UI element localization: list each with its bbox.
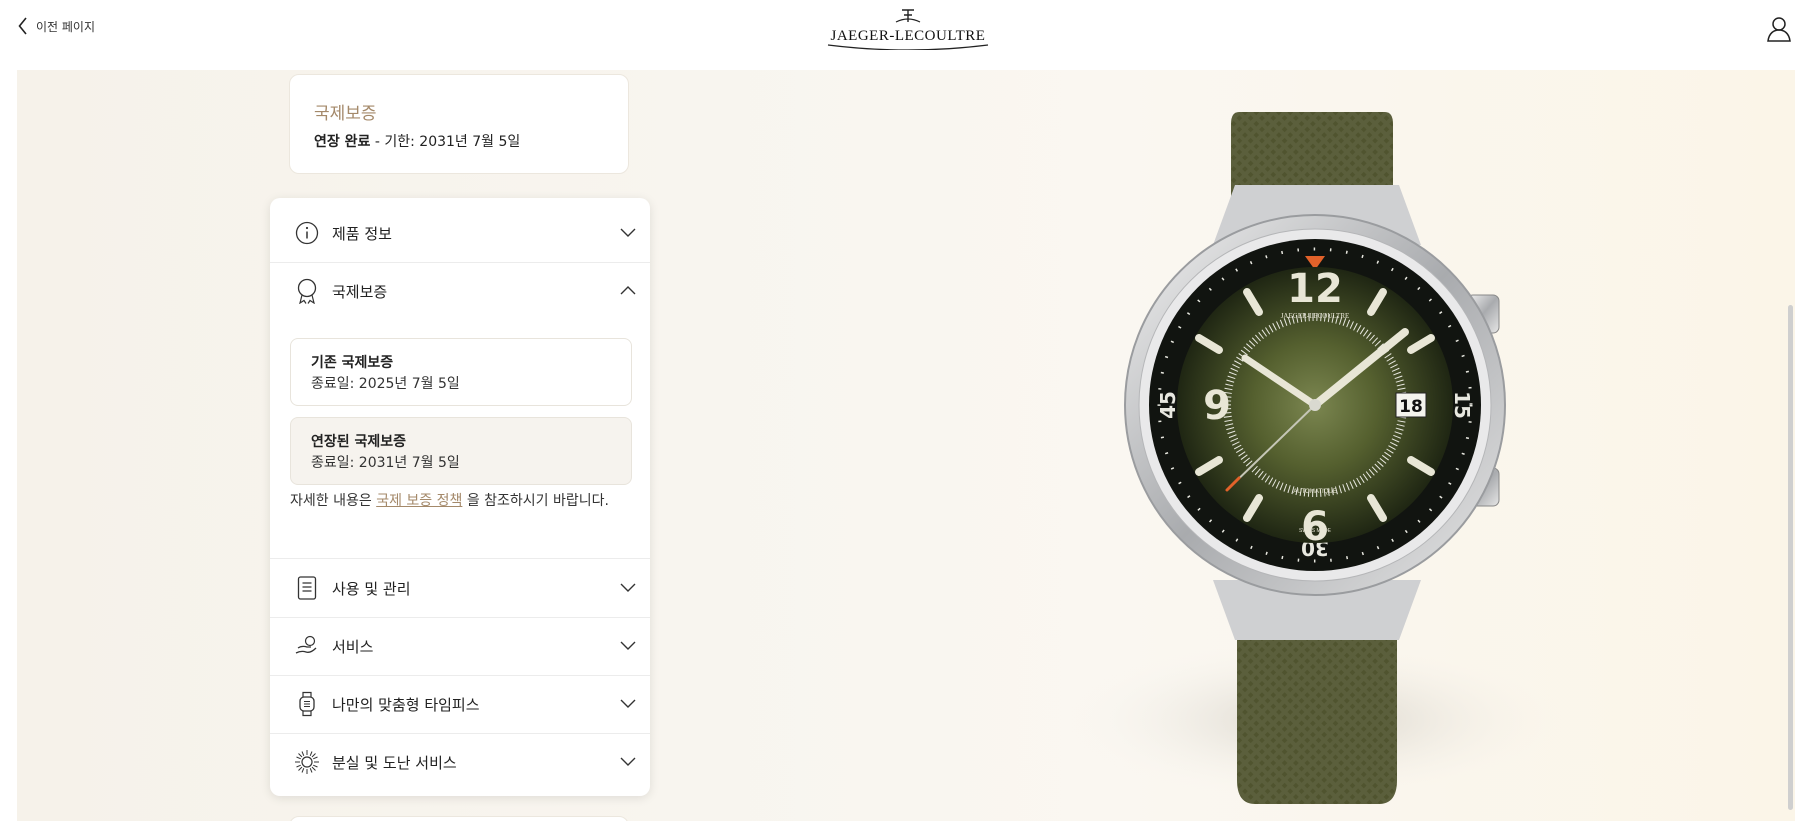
accordion-warranty[interactable]: 국제보증 (270, 262, 650, 320)
bezel-numeral-15: 15 (1450, 391, 1474, 419)
chevron-down-icon (620, 228, 636, 237)
sun-icon (295, 750, 319, 774)
accordion-product-info[interactable]: 제품 정보 (270, 204, 650, 262)
chevron-down-icon (620, 699, 636, 708)
brand-logo[interactable]: JAEGER-LECOULTRE (824, 6, 992, 50)
chevron-left-icon (18, 17, 27, 35)
chevron-down-icon (620, 641, 636, 650)
original-warranty-box: 기존 국제보증 종료일: 2025년 7월 5일 (290, 338, 632, 406)
watch-product-image: 30 45 15 12 6 9 JAEGER-LECOULTRE AUTOMAT… (1067, 112, 1567, 804)
accordion-label: 서비스 (332, 637, 374, 656)
dial-numeral-6: 6 (1301, 504, 1329, 550)
brand-logo-text: JAEGER-LECOULTRE (831, 28, 986, 44)
badge-icon (297, 278, 317, 304)
accordion-care[interactable]: 사용 및 관리 (270, 559, 650, 617)
chevron-down-icon (620, 583, 636, 592)
date-window: 18 (1399, 397, 1423, 417)
chevron-up-icon (620, 286, 636, 295)
original-warranty-title: 기존 국제보증 (311, 355, 394, 371)
document-icon (297, 576, 317, 600)
dial-numeral-9: 9 (1203, 383, 1231, 429)
extended-warranty-end: 종료일: 2031년 7월 5일 (311, 455, 460, 471)
extended-warranty-box: 연장된 국제보증 종료일: 2031년 7월 5일 (290, 417, 632, 485)
accordion-custom-timepiece[interactable]: 나만의 맞춤형 타임피스 (270, 675, 650, 733)
note-suffix: 을 참조하시기 바랍니다. (462, 493, 609, 509)
product-stage: 국제보증 연장 완료 - 기한: 2031년 7월 5일 제품 정보 국제보증 … (17, 70, 1795, 821)
dial-numeral-12: 12 (1287, 266, 1343, 312)
accordion-label: 분실 및 도난 서비스 (332, 753, 457, 772)
info-icon (295, 221, 319, 245)
accordion-label: 나만의 맞춤형 타임피스 (332, 695, 480, 714)
dial-swiss-made: SWISS MADE (1299, 528, 1332, 534)
original-warranty-end: 종료일: 2025년 7월 5일 (311, 376, 460, 392)
dial-brand: JAEGER-LECOULTRE (1281, 312, 1350, 320)
next-card-partial (289, 816, 629, 821)
accordion-label: 국제보증 (332, 282, 388, 301)
accordion-label: 사용 및 관리 (332, 579, 411, 598)
info-accordion: 제품 정보 국제보증 기존 국제보증 종료일: 2025년 7월 5일 연장된 … (270, 198, 650, 796)
accordion-service[interactable]: 서비스 (270, 617, 650, 675)
warranty-deadline: - 기한: 2031년 7월 5일 (370, 134, 521, 150)
service-hand-icon (295, 635, 317, 654)
warranty-policy-link[interactable]: 국제 보증 정책 (376, 493, 462, 509)
warranty-summary-line: 연장 완료 - 기한: 2031년 7월 5일 (314, 131, 520, 151)
warranty-status: 연장 완료 (314, 134, 371, 150)
dial-automatic: AUTOMATIQUE (1293, 489, 1336, 495)
accordion-lost-stolen[interactable]: 분실 및 도난 서비스 (270, 733, 650, 791)
accordion-label: 제품 정보 (332, 224, 392, 243)
back-label: 이전 페이지 (36, 19, 96, 34)
warranty-summary-title: 국제보증 (314, 104, 377, 124)
user-account-icon[interactable] (1766, 15, 1792, 43)
top-header: 이전 페이지 JAEGER-LECOULTRE (0, 0, 1811, 70)
page-scrollbar[interactable] (1788, 305, 1793, 810)
bezel-numeral-45: 45 (1156, 391, 1180, 419)
warranty-summary-card: 국제보증 연장 완료 - 기한: 2031년 7월 5일 (289, 74, 629, 174)
note-prefix: 자세한 내용은 (290, 493, 377, 509)
extended-warranty-title: 연장된 국제보증 (311, 434, 407, 450)
warranty-note: 자세한 내용은 국제 보증 정책 을 참조하시기 바랍니다. (290, 491, 635, 511)
watch-icon (299, 691, 315, 717)
back-button[interactable]: 이전 페이지 (18, 17, 95, 35)
chevron-down-icon (620, 757, 636, 766)
